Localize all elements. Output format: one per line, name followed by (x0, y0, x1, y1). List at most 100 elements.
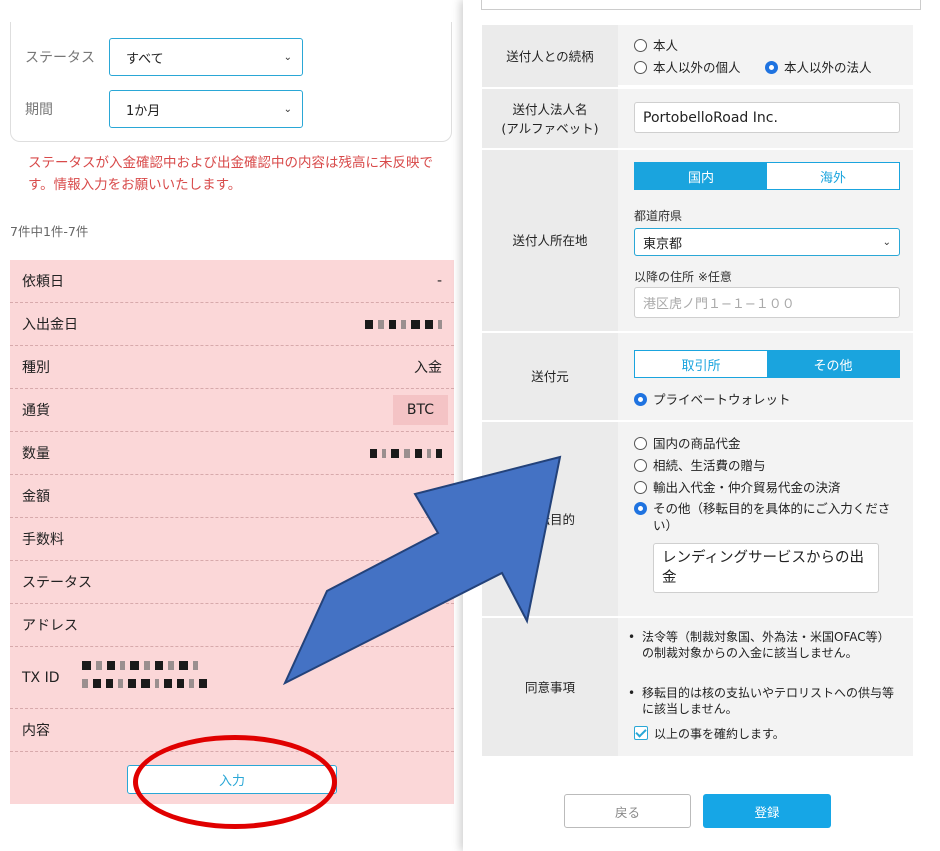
prefecture-select[interactable]: 東京都 ⌄ (634, 228, 900, 256)
table-row: 通貨 BTC (10, 389, 454, 432)
radio-off-icon (634, 61, 647, 74)
consent-checkbox-label: 以上の事を確約します。 (654, 727, 785, 741)
status-filter-label: ステータス (25, 50, 95, 66)
redacted-value (365, 319, 442, 329)
purpose-label: 移転目的 (482, 422, 618, 616)
radio-off-icon (634, 39, 647, 52)
row-label: 種別 (22, 360, 50, 376)
radio-off-icon (634, 481, 647, 494)
table-row: 種別 入金 (10, 346, 454, 389)
consent-checkbox[interactable]: 以上の事を確約します。 (634, 726, 785, 743)
sender-name-body: PortobelloRoad Inc. (618, 89, 913, 148)
row-label: 依頼日 (22, 274, 64, 290)
radio-other-purpose[interactable]: その他（移転目的を具体的にご入力ください） (634, 500, 896, 534)
filter-card: ステータス すべて ⌄ 期間 1か月 ⌄ (10, 22, 452, 142)
period-select[interactable]: 1か月 ⌄ (109, 90, 303, 128)
period-select-value: 1か月 (126, 103, 161, 119)
row-label: 数量 (22, 446, 50, 462)
radio-other-individual-label: 本人以外の個人 (653, 60, 741, 75)
table-row: 依頼日 - (10, 260, 454, 303)
purpose-trade-label: 輸出入代金・仲介貿易代金の決済 (653, 480, 841, 495)
tab-other[interactable]: その他 (767, 351, 899, 377)
table-row: 数量 (10, 432, 454, 475)
radio-off-icon (634, 459, 647, 472)
register-button[interactable]: 登録 (703, 794, 831, 828)
radio-on-icon (634, 502, 647, 515)
row-value: 入 (366, 575, 380, 591)
sender-name-input[interactable]: PortobelloRoad Inc. (634, 102, 900, 133)
transaction-detail-card: 依頼日 - 入出金日 種別 入金 通貨 BTC 数量 金額 手数料 ステータス … (10, 260, 454, 804)
radio-off-icon (634, 437, 647, 450)
radio-on-icon (765, 61, 778, 74)
row-label: 手数料 (22, 532, 64, 548)
table-row: 手数料 (10, 518, 454, 561)
tab-overseas[interactable]: 海外 (767, 163, 899, 189)
consent-row: 同意事項 法令等（制裁対象国、外為法・米国OFAC等）の制裁対象からの入金に該当… (482, 618, 913, 756)
period-filter-label: 期間 (25, 102, 53, 118)
consent-item: 法令等（制裁対象国、外為法・米国OFAC等）の制裁対象からの入金に該当しません。 (628, 629, 898, 661)
row-label: ステータス (22, 575, 92, 591)
purpose-detail-input[interactable]: レンディングサービスからの出金 (653, 543, 879, 593)
table-row: ステータス 入 (10, 561, 454, 604)
purpose-other-label: その他（移転目的を具体的にご入力ください） (653, 501, 891, 533)
row-label: 内容 (22, 723, 50, 739)
currency-chip: BTC (392, 395, 448, 425)
consent-body: 法令等（制裁対象国、外為法・米国OFAC等）の制裁対象からの入金に該当しません。… (618, 618, 913, 756)
purpose-goods-label: 国内の商品代金 (653, 436, 741, 451)
table-row: 金額 (10, 475, 454, 518)
remittance-form-modal: 送付人との続柄 本人 本人以外の個人 本人以外の法人 送付人法人名 (アルファベ… (463, 0, 940, 851)
result-count: 7件中1件-7件 (10, 224, 89, 239)
tab-exchange[interactable]: 取引所 (635, 351, 767, 377)
radio-on-icon (634, 393, 647, 406)
radio-other-individual[interactable]: 本人以外の個人 (634, 59, 741, 76)
address-input[interactable]: 港区虎ノ門１−１−１００ (634, 287, 900, 318)
sender-location-body: 国内 海外 都道府県 東京都 ⌄ 以降の住所 ※任意 港区虎ノ門１−１−１００ (618, 150, 913, 331)
status-select[interactable]: すべて ⌄ (109, 38, 303, 76)
status-select-value: すべて (126, 51, 164, 67)
table-row: 入出金日 (10, 303, 454, 346)
radio-goods[interactable]: 国内の商品代金 (634, 435, 741, 452)
radio-self[interactable]: 本人 (634, 37, 678, 54)
row-label: アドレス (22, 618, 78, 634)
location-tabs: 国内 海外 (634, 162, 900, 190)
sender-name-label: 送付人法人名 (アルファベット) (482, 89, 618, 148)
sender-location-row: 送付人所在地 国内 海外 都道府県 東京都 ⌄ 以降の住所 ※任意 港区虎ノ門１… (482, 150, 913, 331)
period-filter: 期間 1か月 ⌄ (25, 90, 303, 128)
radio-other-corporation[interactable]: 本人以外の法人 (765, 59, 872, 76)
prefecture-label: 都道府県 (634, 209, 683, 223)
row-label: 入出金日 (22, 317, 78, 333)
private-wallet-label: プライベートウォレット (653, 392, 791, 407)
sender-name-label-line1: 送付人法人名 (512, 101, 588, 117)
balance-warning: ステータスが入金確認中および出金確認中の内容は残高に未反映です。情報入力をお願い… (28, 155, 433, 193)
radio-private-wallet[interactable]: プライベートウォレット (634, 391, 791, 408)
tab-domestic[interactable]: 国内 (635, 163, 767, 189)
status-filter: ステータス すべて ⌄ (25, 38, 303, 76)
row-label: 金額 (22, 489, 50, 505)
source-row: 送付元 取引所 その他 プライベートウォレット (482, 333, 913, 420)
sender-name-row: 送付人法人名 (アルファベット) PortobelloRoad Inc. (482, 89, 913, 148)
top-divider (481, 0, 921, 10)
source-body: 取引所 その他 プライベートウォレット (618, 333, 913, 420)
relationship-row: 送付人との続柄 本人 本人以外の個人 本人以外の法人 (482, 25, 913, 87)
redacted-value (370, 448, 442, 458)
chevron-down-icon: ⌄ (882, 236, 891, 248)
consent-label: 同意事項 (482, 618, 618, 756)
purpose-body: 国内の商品代金 相続、生活費の贈与 輸出入代金・仲介貿易代金の決済 その他（移転… (618, 422, 913, 616)
table-row: 内容 (10, 709, 454, 752)
back-button[interactable]: 戻る (564, 794, 691, 828)
row-label: 通貨 (22, 403, 50, 419)
redacted-value (82, 661, 207, 688)
sender-location-label: 送付人所在地 (482, 150, 618, 331)
input-button[interactable]: 入力 (127, 765, 337, 794)
row-label: TX ID (22, 669, 60, 686)
radio-trade[interactable]: 輸出入代金・仲介貿易代金の決済 (634, 479, 841, 496)
source-tabs: 取引所 その他 (634, 350, 900, 378)
purpose-inheritance-label: 相続、生活費の贈与 (653, 458, 766, 473)
sender-name-label-line2: (アルファベット) (501, 120, 599, 136)
chevron-down-icon: ⌄ (283, 51, 292, 63)
table-row: アドレス (10, 604, 454, 647)
radio-inheritance[interactable]: 相続、生活費の贈与 (634, 457, 766, 474)
relationship-label: 送付人との続柄 (482, 25, 618, 87)
radio-self-label: 本人 (653, 38, 679, 53)
purpose-row: 移転目的 国内の商品代金 相続、生活費の贈与 輸出入代金・仲介貿易代金の決済 そ… (482, 422, 913, 616)
